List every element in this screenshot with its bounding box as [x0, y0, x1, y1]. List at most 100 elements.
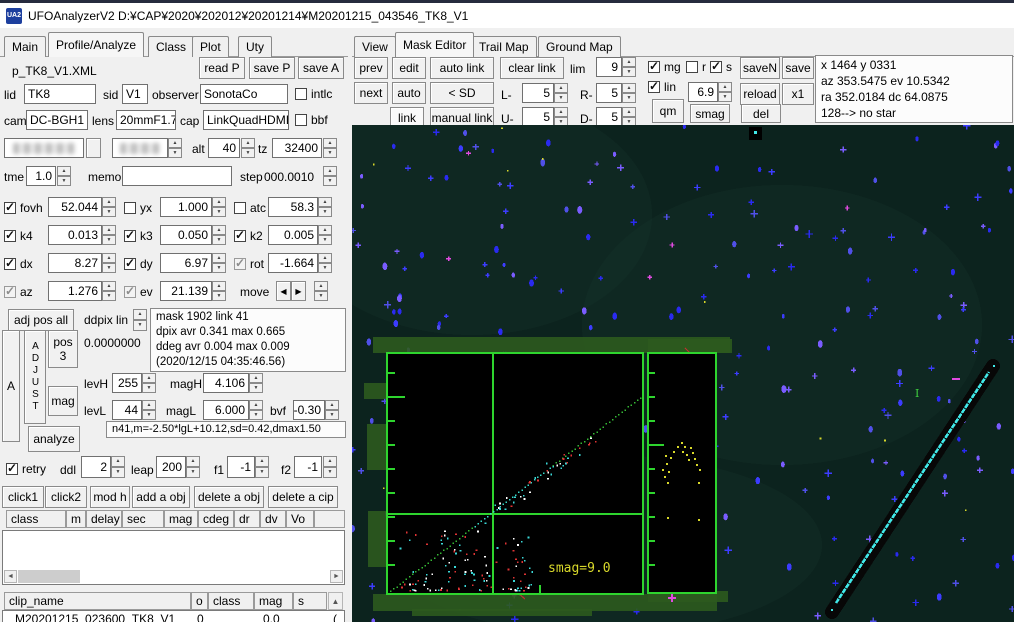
mg-checkbox[interactable]: mg — [648, 60, 681, 74]
levl-field[interactable]: 44 — [112, 400, 142, 420]
obj-col-class[interactable]: class — [6, 510, 66, 528]
levh-field[interactable]: 255 — [112, 373, 142, 393]
leap-field[interactable]: 200 — [156, 456, 186, 478]
k2-spinner[interactable] — [318, 225, 332, 245]
add-a-obj-button[interactable]: add a obj — [132, 486, 190, 508]
tab-plot[interactable]: Plot — [192, 36, 229, 57]
tme-field[interactable]: 1.0 — [26, 166, 56, 186]
k4-checkbox[interactable]: k4 — [4, 229, 33, 243]
clip-scroll-up-arrow[interactable] — [328, 592, 343, 610]
del-button[interactable]: del — [741, 104, 781, 123]
edit-button[interactable]: edit — [392, 57, 426, 79]
clip-list[interactable]: M20201215_023600_TK8_V1 0 0.0 ( — [2, 610, 345, 622]
ev-checkbox[interactable]: ev — [124, 285, 153, 299]
u-field[interactable]: 5 — [522, 107, 554, 127]
click1-button[interactable]: click1 — [2, 486, 44, 508]
lim-field[interactable]: 9 — [596, 57, 622, 77]
alt-spinner[interactable] — [241, 138, 255, 158]
rot-checkbox[interactable]: rot — [234, 257, 264, 271]
yx-checkbox[interactable]: yx — [124, 201, 152, 215]
f1-spinner[interactable] — [255, 456, 269, 478]
delete-a-cip-button[interactable]: delete a cip — [268, 486, 338, 508]
latitude-field-redacted[interactable] — [112, 138, 168, 158]
obj-col-cdeg[interactable]: cdeg — [198, 510, 234, 528]
f2-spinner[interactable] — [323, 456, 337, 478]
dx-field[interactable]: 8.27 — [48, 253, 102, 273]
ddl-spinner[interactable] — [111, 456, 125, 478]
fovh-checkbox[interactable]: fovh — [4, 201, 43, 215]
tme-spinner[interactable] — [57, 166, 71, 186]
dy-checkbox[interactable]: dy — [124, 257, 153, 271]
x1-button[interactable]: x1 — [782, 83, 814, 105]
tab-trail-map[interactable]: Trail Map — [471, 36, 537, 57]
threshold-field[interactable]: 6.9 — [688, 82, 718, 102]
saven-button[interactable]: saveN — [740, 57, 780, 79]
memo-field[interactable] — [122, 166, 232, 186]
bbf-checkbox[interactable]: bbf — [295, 113, 328, 127]
atc-checkbox[interactable]: atc — [234, 201, 266, 215]
atc-field[interactable]: 58.3 — [268, 197, 318, 217]
ev-field[interactable]: 21.139 — [160, 281, 212, 301]
dx-checkbox[interactable]: dx — [4, 257, 33, 271]
k3-field[interactable]: 0.050 — [160, 225, 212, 245]
save-a-button[interactable]: save A — [298, 57, 344, 79]
magl-spinner[interactable] — [249, 400, 263, 420]
delete-a-obj-button[interactable]: delete a obj — [194, 486, 264, 508]
fovh-field[interactable]: 52.044 — [48, 197, 102, 217]
observer-field[interactable]: SonotaCo — [200, 84, 288, 104]
title-bar[interactable]: UA2 UFOAnalyzerV2 D:¥CAP¥2020¥202012¥202… — [0, 0, 1014, 28]
adj-pos-all-button[interactable]: adj pos all — [8, 309, 74, 331]
tz-field[interactable]: 32400 — [272, 138, 322, 158]
ev-spinner[interactable] — [212, 281, 226, 301]
tab-class[interactable]: Class — [148, 36, 194, 57]
obj-col-m[interactable]: m — [66, 510, 86, 528]
tab-profile-analyze[interactable]: Profile/Analyze — [48, 32, 144, 57]
s-mark-checkbox[interactable]: s — [710, 60, 732, 74]
obj-col-delay[interactable]: delay — [86, 510, 122, 528]
prev-button[interactable]: prev — [354, 57, 388, 79]
move-spinner[interactable] — [314, 281, 328, 301]
f1-field[interactable]: -1 — [227, 456, 255, 478]
step-spinner[interactable] — [323, 166, 337, 186]
sid-field[interactable]: V1 — [122, 84, 148, 104]
r-mark-checkbox[interactable]: r — [686, 60, 706, 74]
retry-checkbox[interactable]: retry — [6, 462, 46, 476]
clip-col-mag[interactable]: mag — [254, 592, 293, 610]
auto-button[interactable]: auto — [392, 82, 426, 104]
next-button[interactable]: next — [354, 82, 388, 104]
clip-col-o[interactable]: o — [191, 592, 208, 610]
save-p-button[interactable]: save P — [249, 57, 295, 79]
d-spinner[interactable] — [622, 107, 636, 127]
magl-field[interactable]: 6.000 — [203, 400, 249, 420]
ddl-field[interactable]: 2 — [81, 456, 111, 478]
longitude-field-redacted[interactable] — [4, 138, 84, 158]
k4-field[interactable]: 0.013 — [48, 225, 102, 245]
read-p-button[interactable]: read P — [199, 57, 245, 79]
obj-scroll-left-arrow[interactable] — [4, 570, 17, 583]
k3-spinner[interactable] — [212, 225, 226, 245]
yx-field[interactable]: 1.000 — [160, 197, 212, 217]
fovh-spinner[interactable] — [102, 197, 116, 217]
obj-col-dr[interactable]: dr — [234, 510, 260, 528]
rot-spinner[interactable] — [318, 253, 332, 273]
k4-spinner[interactable] — [102, 225, 116, 245]
clip-col-class[interactable]: class — [208, 592, 254, 610]
obj-scroll-thumb[interactable] — [18, 570, 80, 583]
magh-field[interactable]: 4.106 — [203, 373, 249, 393]
levh-spinner[interactable] — [142, 373, 156, 393]
bvf-field[interactable]: -0.30 — [293, 400, 325, 420]
dy-field[interactable]: 6.97 — [160, 253, 212, 273]
intlc-checkbox[interactable]: intlc — [295, 87, 332, 101]
clip-col-name[interactable]: clip_name — [4, 592, 191, 610]
az-field[interactable]: 1.276 — [48, 281, 102, 301]
obj-col-mag[interactable]: mag — [164, 510, 198, 528]
tab-main[interactable]: Main — [4, 36, 46, 57]
smag-button[interactable]: smag — [690, 104, 730, 123]
mask-editor-image[interactable]: smag=9.0I — [352, 125, 1014, 622]
pos-button[interactable]: pos3 — [48, 330, 78, 368]
ddpix-spinner[interactable] — [133, 309, 147, 331]
mod-h-button[interactable]: mod h — [90, 486, 130, 508]
a-button[interactable]: A — [2, 330, 20, 442]
dy-spinner[interactable] — [212, 253, 226, 273]
clip-col-s[interactable]: s — [293, 592, 327, 610]
